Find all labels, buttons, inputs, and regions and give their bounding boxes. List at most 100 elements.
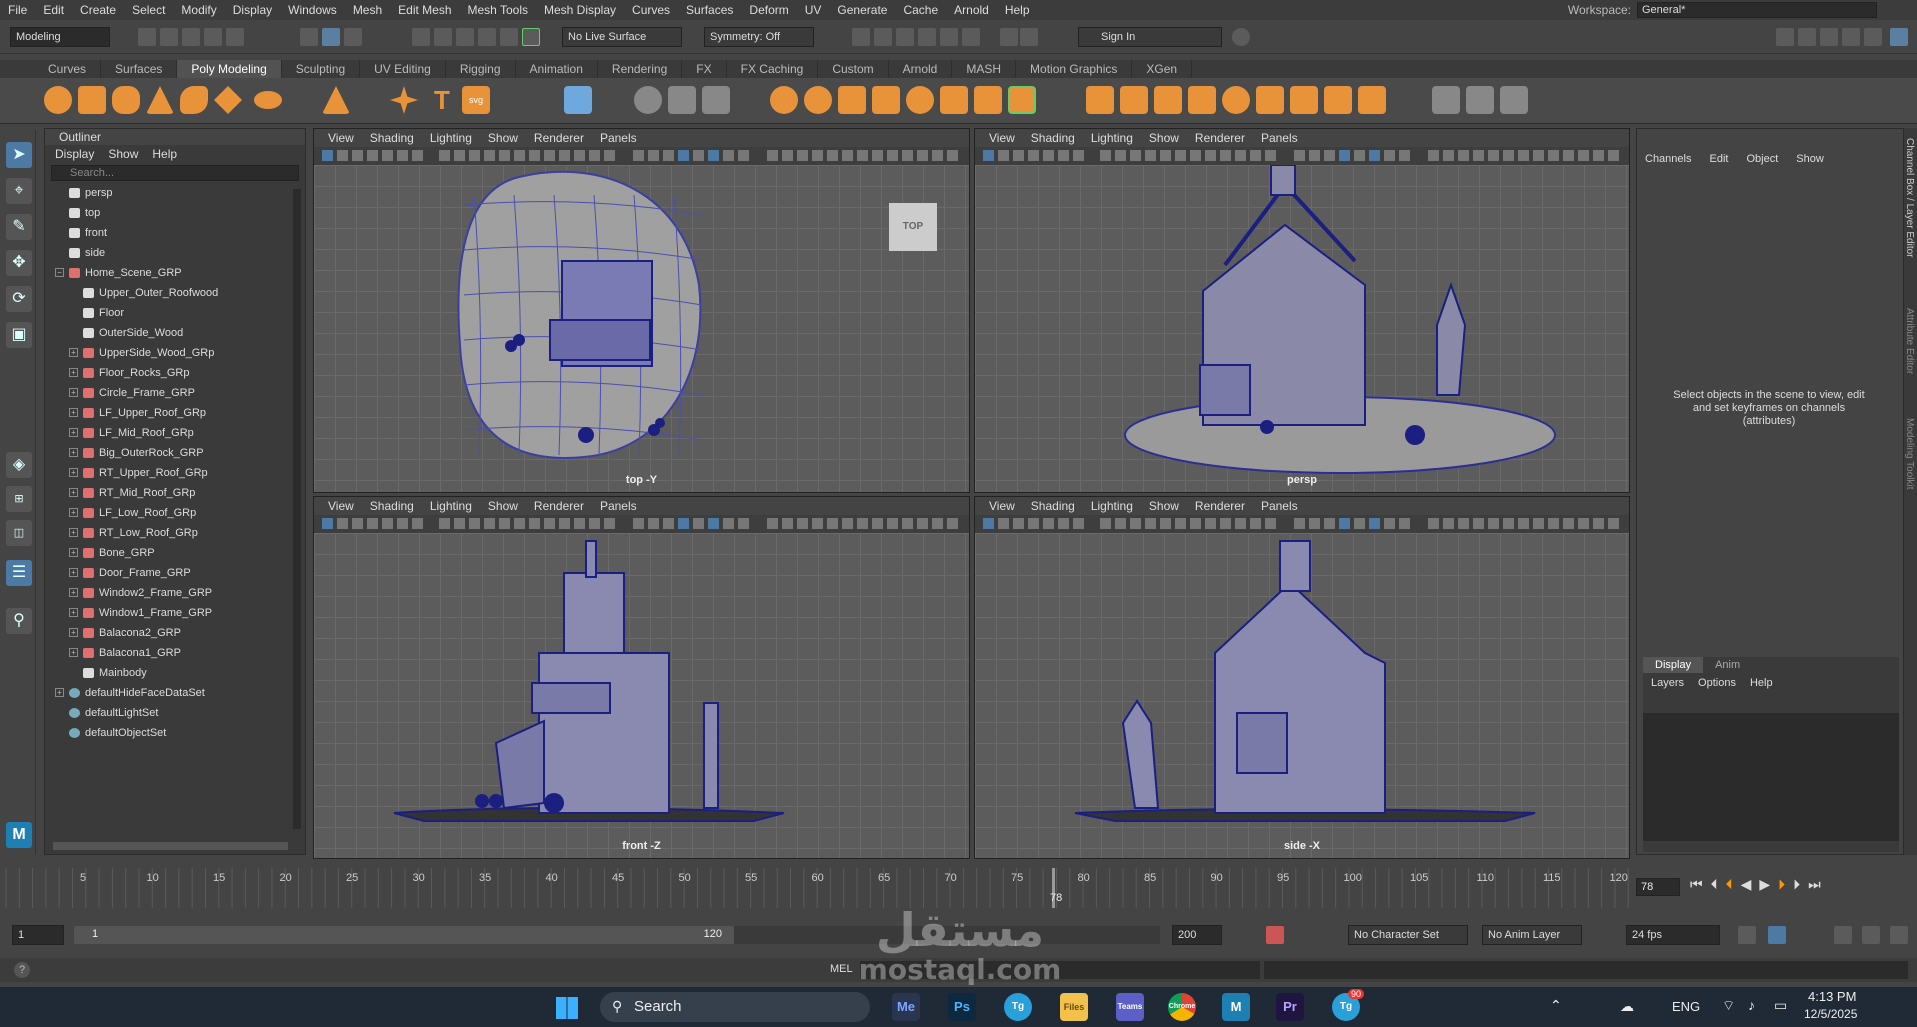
snap-surface-icon[interactable] — [500, 28, 518, 46]
viewport-toolbar-icon[interactable] — [1399, 150, 1410, 161]
viewport-menu-panels[interactable]: Panels — [592, 129, 645, 147]
expand-icon[interactable]: + — [69, 568, 78, 577]
viewport-toolbar-icon[interactable] — [604, 150, 615, 161]
open-scene-icon[interactable] — [160, 28, 178, 46]
expand-icon[interactable]: + — [69, 368, 78, 377]
viewport-menu-shading[interactable]: Shading — [1023, 497, 1083, 515]
outliner-item[interactable]: + Balacona2_GRP — [45, 623, 305, 643]
menu-select[interactable]: Select — [124, 3, 173, 17]
viewport-toolbar-icon[interactable] — [1324, 518, 1335, 529]
outliner-item[interactable]: + RT_Upper_Roof_GRp — [45, 463, 305, 483]
outliner-item[interactable]: + RT_Mid_Roof_GRp — [45, 483, 305, 503]
viewport-toolbar-icon[interactable] — [1145, 150, 1156, 161]
shelf-tab-xgen[interactable]: XGen — [1132, 60, 1193, 78]
workspace-dropdown[interactable]: General* — [1637, 2, 1877, 18]
viewport-toolbar-icon[interactable] — [1458, 518, 1469, 529]
viewport-toolbar-icon[interactable] — [1265, 518, 1276, 529]
viewport-toolbar-icon[interactable] — [782, 150, 793, 161]
viewport-toolbar-icon[interactable] — [947, 150, 958, 161]
step-forward-icon[interactable]: ⏵ — [1793, 876, 1800, 893]
edge-loop-icon[interactable] — [1432, 86, 1460, 114]
viewport-toolbar-icon[interactable] — [998, 150, 1009, 161]
outliner-item[interactable]: + Door_Frame_GRP — [45, 563, 305, 583]
poly-cylinder-icon[interactable] — [112, 86, 140, 114]
poly-plane-icon[interactable] — [214, 86, 242, 114]
channel-box-side-tab[interactable]: Channel Box / Layer Editor — [1904, 138, 1915, 258]
viewport-menu-lighting[interactable]: Lighting — [1083, 497, 1141, 515]
viewport-toolbar-icon[interactable] — [782, 518, 793, 529]
viewport-front[interactable]: View Shading Lighting Show Renderer Panels fro… — [313, 496, 970, 859]
viewport-menu-view[interactable]: View — [981, 129, 1023, 147]
zoom-icon[interactable]: ⚲ — [6, 608, 32, 634]
super-shape-icon[interactable] — [390, 86, 418, 114]
outliner-item[interactable]: + RT_Low_Roof_GRp — [45, 523, 305, 543]
select-object-icon[interactable] — [322, 28, 340, 46]
taskbar-app-maya[interactable]: M — [1222, 993, 1250, 1021]
layout-two-icon[interactable]: ◫ — [6, 520, 32, 546]
center-pivot-icon[interactable] — [668, 86, 696, 114]
viewport-toolbar-icon[interactable] — [1115, 150, 1126, 161]
expand-icon[interactable]: + — [69, 528, 78, 537]
viewport-toolbar-icon[interactable] — [1175, 150, 1186, 161]
viewport-toolbar-icon[interactable] — [1013, 518, 1024, 529]
viewport-toolbar-icon[interactable] — [902, 150, 913, 161]
menu-help[interactable]: Help — [997, 3, 1038, 17]
viewport-toolbar-icon[interactable] — [872, 150, 883, 161]
viewport-toolbar-icon[interactable] — [322, 150, 333, 161]
anim-prefs-icon[interactable] — [1862, 926, 1880, 944]
viewport-toolbar-icon[interactable] — [1473, 150, 1484, 161]
viewport-toolbar-icon[interactable] — [382, 150, 393, 161]
extrude-icon[interactable] — [1086, 86, 1114, 114]
svg-tool-icon[interactable]: svg — [462, 86, 490, 114]
viewport-toolbar-icon[interactable] — [1028, 150, 1039, 161]
layers-menu[interactable]: Layers — [1651, 673, 1684, 693]
viewport-toolbar-icon[interactable] — [352, 150, 363, 161]
viewport-toolbar-icon[interactable] — [1399, 518, 1410, 529]
shelf-tab-fx-caching[interactable]: FX Caching — [727, 60, 819, 78]
viewport-toolbar-icon[interactable] — [1593, 518, 1604, 529]
layout-four-icon[interactable]: ⊞ — [6, 486, 32, 512]
bridge-icon[interactable] — [1120, 86, 1148, 114]
viewport-toolbar-icon[interactable] — [544, 150, 555, 161]
viewport-toolbar-icon[interactable] — [1130, 150, 1141, 161]
expand-icon[interactable]: + — [69, 468, 78, 477]
viewport-toolbar-icon[interactable] — [678, 518, 689, 529]
viewport-toolbar-icon[interactable] — [738, 150, 749, 161]
render-frame-icon[interactable] — [874, 28, 892, 46]
shelf-tab-fx[interactable]: FX — [682, 60, 727, 78]
viewport-toolbar-icon[interactable] — [1428, 518, 1439, 529]
expand-icon[interactable]: + — [69, 588, 78, 597]
viewport-toolbar-icon[interactable] — [514, 150, 525, 161]
step-forward-key-icon[interactable]: ⏵ — [1778, 876, 1785, 893]
viewport-toolbar-icon[interactable] — [1548, 518, 1559, 529]
viewport-toolbar-icon[interactable] — [499, 518, 510, 529]
viewport-toolbar-icon[interactable] — [998, 518, 1009, 529]
shelf-tab-rendering[interactable]: Rendering — [598, 60, 683, 78]
windows-start-icon[interactable] — [556, 997, 578, 1019]
viewport-toolbar-icon[interactable] — [797, 150, 808, 161]
time-slider[interactable]: 78 5 10 15 20 25 30 35 40 45 50 55 60 65 70 75 80 85 90 95… — [0, 868, 1630, 908]
menu-edit-mesh[interactable]: Edit Mesh — [390, 3, 459, 17]
wifi-icon[interactable]: ⌔ — [1722, 997, 1735, 1015]
menu-mesh-display[interactable]: Mesh Display — [536, 3, 624, 17]
viewport-menu-show[interactable]: Show — [480, 129, 526, 147]
outliner-hscrollbar[interactable] — [53, 842, 288, 850]
expand-icon[interactable]: + — [69, 348, 78, 357]
menu-edit[interactable]: Edit — [35, 3, 72, 17]
play-forward-icon[interactable]: ▶ — [1759, 876, 1770, 893]
taskbar-app-photoshop[interactable]: Ps — [948, 993, 976, 1021]
viewport-toolbar-icon[interactable] — [1428, 150, 1439, 161]
ipr-render-icon[interactable] — [896, 28, 914, 46]
toggle-panel-icon[interactable] — [1890, 28, 1908, 46]
viewport-toolbar-icon[interactable] — [529, 150, 540, 161]
shelf-tab-sculpting[interactable]: Sculpting — [282, 60, 361, 78]
viewport-toolbar-icon[interactable] — [1384, 150, 1395, 161]
chevron-up-icon[interactable]: ⌃ — [1550, 997, 1562, 1014]
object-menu[interactable]: Object — [1746, 153, 1778, 165]
outliner-item[interactable]: + Circle_Frame_GRP — [45, 383, 305, 403]
workspace-selector[interactable]: Workspace: General* — [1568, 2, 1877, 18]
viewport-toolbar-icon[interactable] — [559, 150, 570, 161]
menu-deform[interactable]: Deform — [741, 3, 796, 17]
viewport-toolbar-icon[interactable] — [1205, 150, 1216, 161]
viewport-toolbar-icon[interactable] — [337, 150, 348, 161]
